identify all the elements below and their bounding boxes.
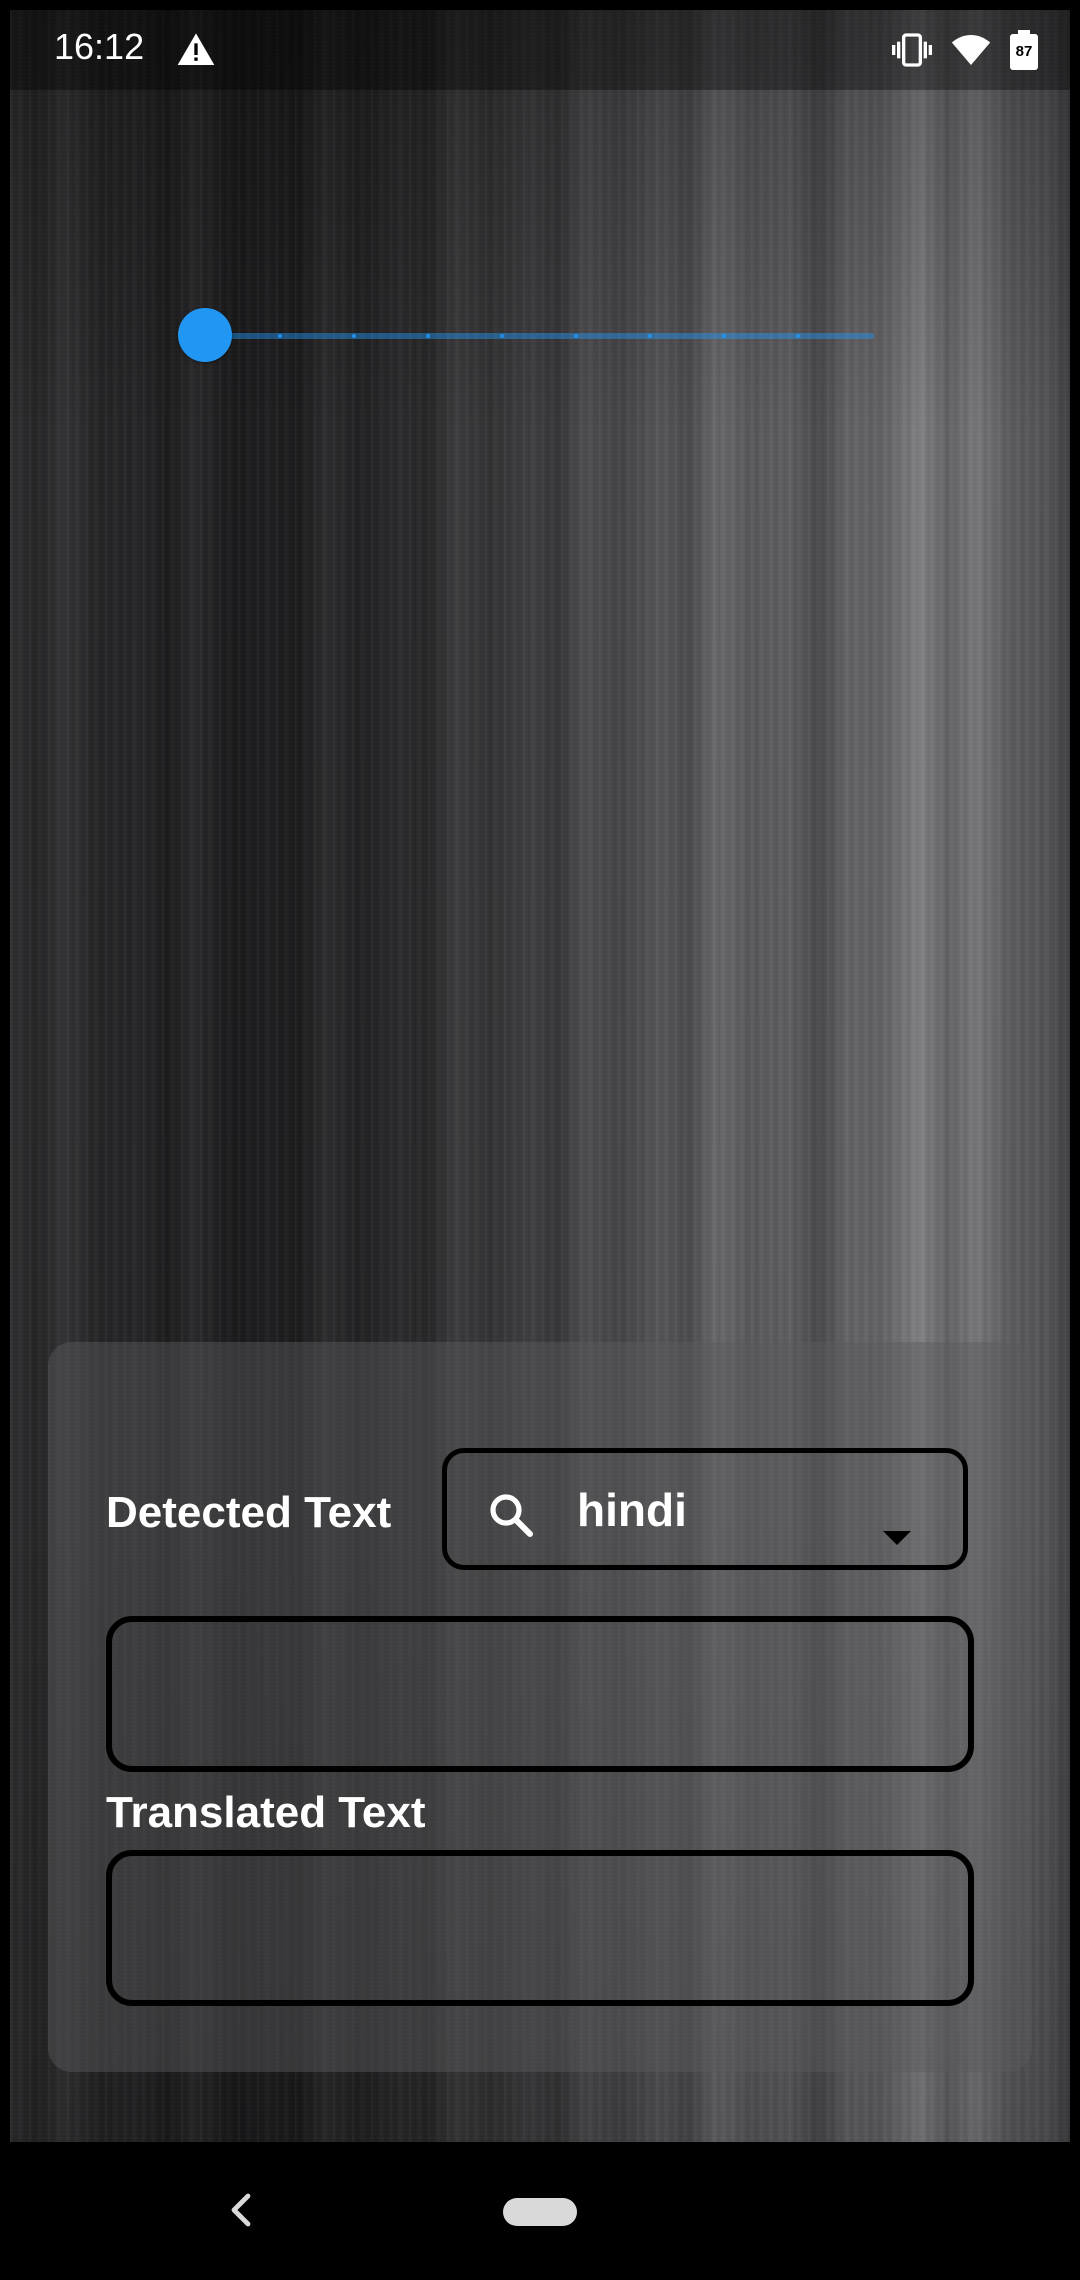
back-icon[interactable] <box>226 2190 256 2230</box>
navigation-bar <box>0 2142 1080 2280</box>
status-bar: 16:12 87 <box>10 10 1070 90</box>
zoom-slider[interactable] <box>178 308 874 364</box>
slider-tick <box>500 334 504 338</box>
home-button[interactable] <box>503 2198 577 2226</box>
slider-tick <box>722 334 726 338</box>
dropdown-caret-icon[interactable] <box>883 1531 911 1545</box>
slider-tick <box>648 334 652 338</box>
status-time: 16:12 <box>54 26 145 67</box>
slider-tick <box>796 334 800 338</box>
detected-text-label: Detected Text <box>106 1488 392 1537</box>
slider-tick <box>352 334 356 338</box>
slider-track[interactable] <box>204 333 874 339</box>
translation-panel: Detected Text hindi Translated Text <box>48 1342 1032 2072</box>
slider-tick <box>278 334 282 338</box>
wifi-icon <box>951 35 991 65</box>
status-icons: 87 <box>892 26 1038 74</box>
slider-thumb[interactable] <box>178 308 232 362</box>
detected-text-field[interactable] <box>106 1616 974 1772</box>
slider-tick <box>426 334 430 338</box>
battery-level: 87 <box>1015 43 1033 60</box>
language-dropdown[interactable]: hindi <box>442 1448 968 1570</box>
translated-text-field[interactable] <box>106 1850 974 2006</box>
warning-icon <box>177 33 215 65</box>
language-value: hindi <box>577 1484 687 1536</box>
app-screen: 16:12 87 Detected Text hindi Translated … <box>0 0 1080 2280</box>
battery-icon: 87 <box>1010 30 1038 70</box>
slider-tick <box>574 334 578 338</box>
search-icon <box>490 1494 533 1537</box>
vibrate-icon <box>892 33 932 67</box>
translated-text-label: Translated Text <box>106 1788 426 1837</box>
